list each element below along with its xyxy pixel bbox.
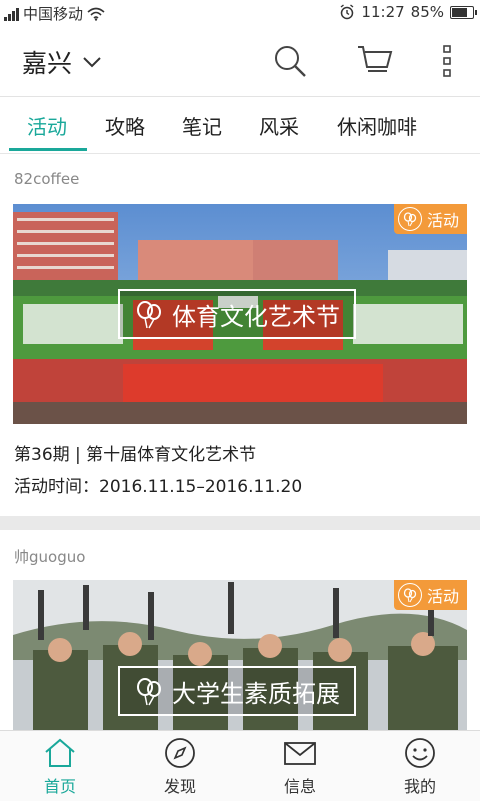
battery-icon [450, 5, 477, 19]
nav-discover-label: 发现 [163, 777, 196, 796]
balloon-icon [137, 301, 161, 329]
category-tabs: 活动 攻略 笔记 风采 休闲咖啡 [0, 97, 480, 154]
nav-home-label: 首页 [43, 777, 76, 796]
tab-guide[interactable]: 攻略 [105, 111, 145, 140]
active-tab-indicator [9, 148, 87, 151]
carrier-name: 中国移动 [23, 5, 84, 23]
nav-profile-label: 我的 [403, 777, 436, 796]
status-bar: 中国移动 11:27 85% [0, 0, 480, 26]
overlay-title-text: 大学生素质拓展 [172, 679, 340, 708]
card-time: 活动时间：2016.11.15–2016.11.20 [14, 477, 303, 497]
nav-messages[interactable]: 信息 [260, 737, 340, 797]
search-icon [275, 46, 306, 77]
alarm-icon [340, 4, 354, 20]
tab-notes[interactable]: 笔记 [182, 111, 222, 140]
activity-badge: 活动 [393, 580, 467, 610]
balloon-icon [397, 583, 422, 607]
nav-profile[interactable]: 我的 [380, 737, 460, 797]
badge-label: 活动 [426, 587, 459, 606]
compass-icon [165, 738, 195, 768]
overlay-title-text: 体育文化艺术节 [172, 302, 340, 331]
tab-showcase[interactable]: 风采 [259, 111, 299, 140]
search-button[interactable] [270, 41, 310, 81]
mail-icon [284, 742, 316, 765]
activity-badge: 活动 [393, 204, 467, 234]
more-menu-button[interactable] [427, 41, 467, 81]
bottom-navigation: 首页 发现 信息 我的 [0, 730, 480, 801]
badge-label: 活动 [426, 211, 459, 230]
chevron-down-icon [83, 57, 101, 68]
balloon-icon [137, 678, 161, 706]
city-name: 嘉兴 [22, 49, 73, 78]
battery-fill [452, 7, 467, 17]
status-bar-right: 11:27 85% [339, 3, 477, 21]
nav-discover[interactable]: 发现 [140, 737, 220, 797]
card-author: 82coffee [14, 170, 80, 188]
tab-activity[interactable]: 活动 [27, 111, 67, 140]
status-bar-left: 中国移动 [4, 3, 105, 24]
wifi-icon [87, 7, 105, 21]
city-selector[interactable]: 嘉兴 [22, 44, 102, 80]
card-photo[interactable]: 活动 大学生素质拓展 [13, 580, 467, 740]
tab-leisure-coffee[interactable]: 休闲咖啡 [337, 111, 417, 140]
card-author: 帅guoguo [14, 548, 86, 566]
clock: 11:27 [361, 3, 405, 21]
feed-card[interactable]: 帅guoguo 活动 大学生素质拓展 [0, 530, 480, 740]
feed-card[interactable]: 82coffee 活动 体育文化艺术节 第36期 | 第十届体育文化艺术节 活动… [0, 154, 480, 516]
card-photo[interactable]: 活动 体育文化艺术节 [13, 204, 467, 424]
card-title: 第36期 | 第十届体育文化艺术节 [14, 445, 257, 465]
cart-icon [358, 46, 393, 72]
smiley-icon [405, 738, 435, 768]
photo-overlay-title: 大学生素质拓展 [118, 666, 356, 716]
app-header: 嘉兴 [0, 26, 480, 97]
battery-percent: 85% [410, 3, 444, 21]
photo-overlay-title: 体育文化艺术节 [118, 289, 356, 339]
nav-home[interactable]: 首页 [20, 737, 100, 797]
signal-icon [4, 7, 19, 21]
home-icon [45, 738, 75, 767]
cart-button[interactable] [355, 41, 395, 81]
card-divider [0, 516, 480, 530]
more-vertical-icon [443, 45, 451, 77]
nav-messages-label: 信息 [283, 777, 316, 796]
balloon-icon [397, 207, 422, 231]
